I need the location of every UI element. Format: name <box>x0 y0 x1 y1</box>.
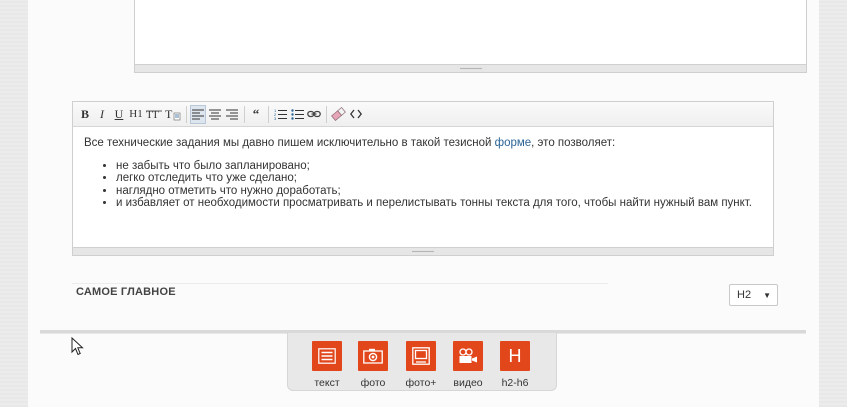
align-right-icon <box>226 109 238 119</box>
source-code-button[interactable] <box>348 105 364 124</box>
grip-icon <box>459 67 482 70</box>
add-block-panel: текст фото фото+ видео H h2-h6 <box>287 333 557 391</box>
resize-handle[interactable] <box>73 247 773 255</box>
section-divider <box>72 283 608 284</box>
camera-icon <box>358 341 388 371</box>
add-text-block-button[interactable]: текст <box>307 341 347 389</box>
ordered-list-icon: 1 2 3 <box>274 108 287 120</box>
align-right-button[interactable] <box>224 105 240 124</box>
heading-icon: H <box>500 341 530 371</box>
toolbar-separator <box>326 105 327 123</box>
intro-paragraph: Все технические задания мы давно пишем и… <box>84 137 762 150</box>
svg-text:3: 3 <box>274 116 277 120</box>
right-background-strip <box>819 0 847 407</box>
align-left-icon <box>192 109 204 119</box>
link-icon <box>307 110 321 118</box>
gallery-icon <box>406 341 436 371</box>
underline-label: U <box>114 106 124 121</box>
intro-suffix: , это позволяет: <box>531 137 616 149</box>
resize-handle[interactable] <box>135 64 806 72</box>
align-center-icon <box>209 109 221 119</box>
heading-glyph: H <box>508 345 522 366</box>
underline-button[interactable]: U <box>111 105 127 124</box>
list-item: наглядно отметить что нужно доработать; <box>116 185 762 198</box>
editor-toolbar: B I U H1 T T T “ 1 2 3 <box>73 102 773 127</box>
add-heading-label: h2-h6 <box>501 377 529 389</box>
font-size-button[interactable]: T T <box>145 105 163 124</box>
intro-text: Все технические задания мы давно пишем и… <box>84 137 495 149</box>
heading-label: H1 <box>129 108 143 120</box>
toolbar-separator <box>268 105 269 123</box>
mouse-cursor-icon <box>71 337 84 356</box>
add-text-label: текст <box>314 377 340 389</box>
code-icon <box>350 109 362 119</box>
unordered-list-button[interactable] <box>289 105 305 124</box>
font-size-icon: T T <box>146 109 162 121</box>
toolbar-separator <box>186 105 187 123</box>
toolbar-separator <box>244 105 245 123</box>
svg-text:T: T <box>165 107 173 121</box>
italic-button[interactable]: I <box>94 105 110 124</box>
previous-editor-block[interactable] <box>134 0 807 73</box>
list-item: легко отследить что уже сделано; <box>116 172 762 185</box>
list-item: и избавляет от необходимости просматрива… <box>116 197 762 210</box>
left-background-strip <box>0 0 28 407</box>
add-gallery-label: фото+ <box>405 377 437 389</box>
quote-icon: “ <box>252 106 260 121</box>
text-format-button[interactable]: T <box>164 105 182 124</box>
rich-text-editor[interactable]: B I U H1 T T T “ 1 2 3 Все технические з… <box>72 101 774 256</box>
list-item: не забыть что было запланировано; <box>116 160 762 173</box>
clear-format-button[interactable] <box>330 105 347 124</box>
form-link[interactable]: форме <box>495 137 532 149</box>
video-camera-icon <box>453 341 483 371</box>
editor-content[interactable]: Все технические задания мы давно пишем и… <box>84 137 762 210</box>
add-video-block-button[interactable]: видео <box>448 341 488 389</box>
italic-label: I <box>100 106 104 121</box>
text-block-icon <box>312 341 342 371</box>
unordered-list-icon <box>290 109 304 120</box>
link-button[interactable] <box>306 105 322 124</box>
text-format-icon: T <box>165 107 181 121</box>
bold-label: B <box>80 106 89 121</box>
grip-icon <box>412 250 434 253</box>
section-title[interactable]: САМОЕ ГЛАВНОЕ <box>76 286 176 298</box>
eraser-icon <box>331 107 346 121</box>
add-video-label: видео <box>453 377 483 389</box>
add-photo-block-button[interactable]: фото <box>353 341 393 389</box>
heading-level-value: H2 <box>737 289 752 301</box>
bullet-list: не забыть что было запланировано; легко … <box>84 160 762 210</box>
chevron-down-icon: ▼ <box>763 291 771 300</box>
add-heading-block-button[interactable]: H h2-h6 <box>495 341 535 389</box>
heading-level-select[interactable]: H2 ▼ <box>729 284 778 306</box>
heading-button[interactable]: H1 <box>128 105 144 124</box>
bold-button[interactable]: B <box>77 105 93 124</box>
ordered-list-button[interactable]: 1 2 3 <box>272 105 288 124</box>
add-photo-label: фото <box>360 377 386 389</box>
add-gallery-block-button[interactable]: фото+ <box>401 341 441 389</box>
align-center-button[interactable] <box>207 105 223 124</box>
blockquote-button[interactable]: “ <box>248 105 264 124</box>
align-left-button[interactable] <box>190 104 206 124</box>
